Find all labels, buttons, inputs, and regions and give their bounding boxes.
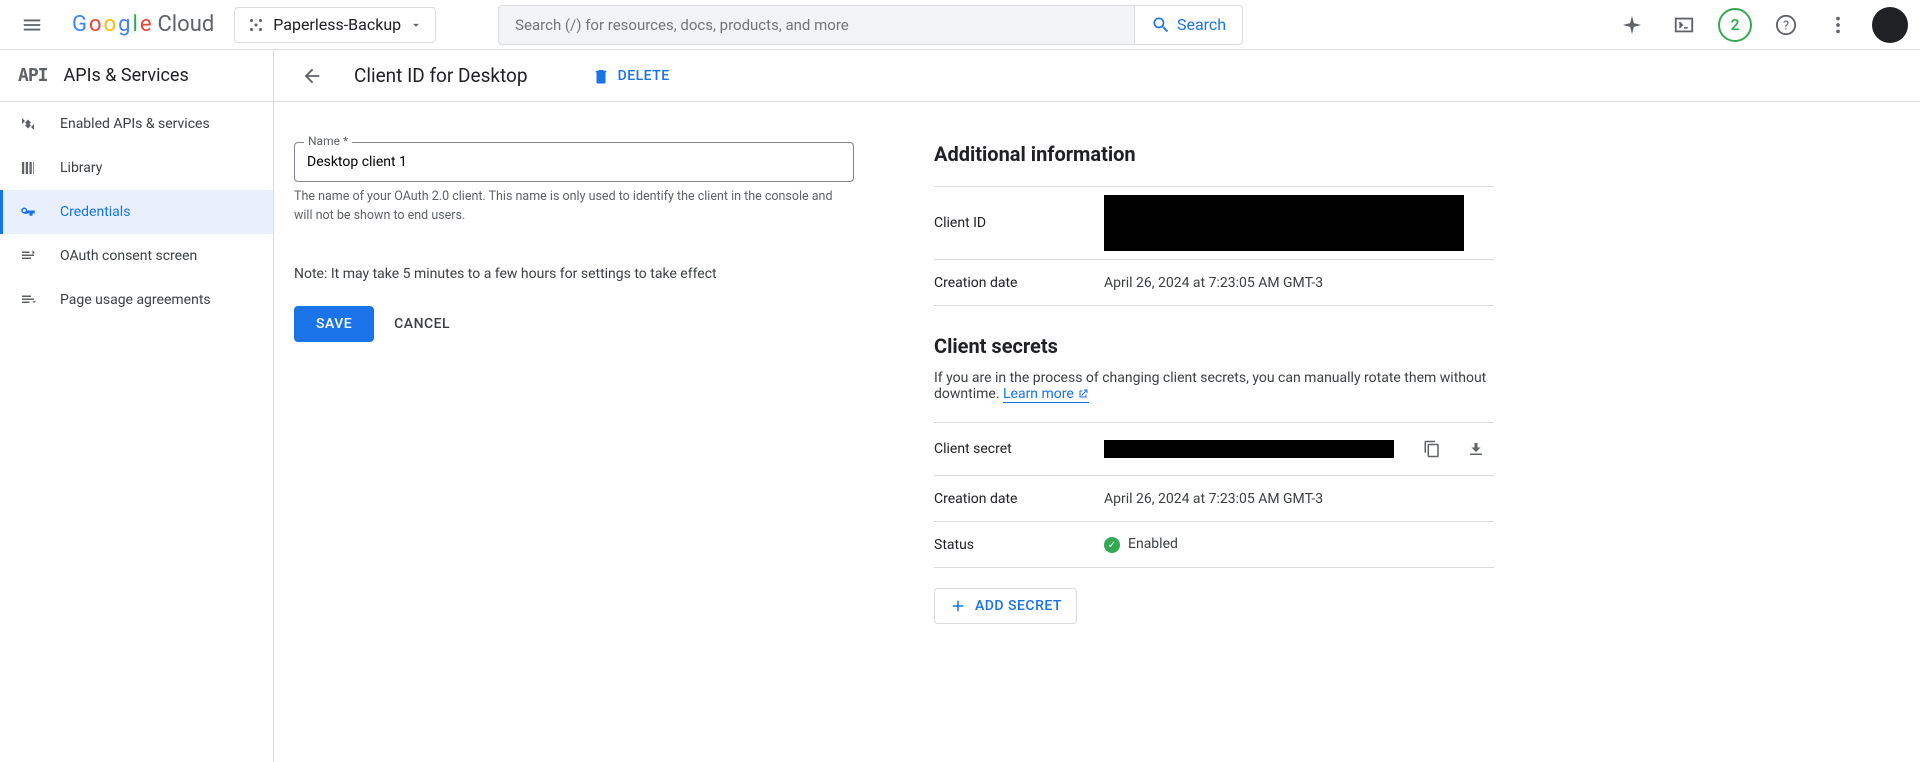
cancel-button[interactable]: CANCEL — [394, 316, 450, 332]
api-badge: API — [18, 65, 48, 86]
sidebar-title: APIs & Services — [64, 65, 189, 86]
status-row: Status ✓Enabled — [934, 522, 1494, 568]
form-column: Name * The name of your OAuth 2.0 client… — [294, 142, 854, 624]
avatar[interactable] — [1872, 7, 1908, 43]
name-field-wrap: Name * — [294, 142, 854, 182]
search-button-label: Search — [1177, 15, 1226, 34]
page-title: Client ID for Desktop — [354, 64, 528, 87]
top-actions: 2 ? — [1614, 7, 1908, 43]
client-id-label: Client ID — [934, 215, 1104, 231]
sidebar-item-label: Enabled APIs & services — [60, 116, 210, 132]
client-id-redacted — [1104, 195, 1464, 251]
search-icon — [1151, 15, 1171, 35]
project-name: Paperless-Backup — [273, 15, 401, 34]
notifications-badge[interactable]: 2 — [1718, 8, 1752, 42]
app-icon — [18, 115, 38, 133]
enabled-icon: ✓ — [1104, 537, 1120, 553]
help-icon[interactable]: ? — [1768, 7, 1804, 43]
name-label: Name * — [304, 134, 352, 148]
key-icon — [18, 203, 38, 221]
topbar: Google Cloud Paperless-Backup Search 2 ? — [0, 0, 1920, 50]
sidebar-item-label: Library — [60, 160, 102, 176]
menu-icon[interactable] — [12, 5, 52, 45]
client-secrets-description: If you are in the process of changing cl… — [934, 370, 1494, 402]
library-icon — [18, 159, 38, 177]
sidebar-item-agreements[interactable]: Page usage agreements — [0, 278, 273, 322]
agreement-icon — [18, 291, 38, 309]
trash-icon — [592, 67, 610, 85]
client-secret-row: Client secret — [934, 422, 1494, 476]
sidebar-item-label: OAuth consent screen — [60, 248, 197, 264]
client-secrets-heading: Client secrets — [934, 334, 1494, 358]
sidebar-item-label: Page usage agreements — [60, 292, 211, 308]
sidebar-item-library[interactable]: Library — [0, 146, 273, 190]
learn-more-link[interactable]: Learn more — [1003, 386, 1089, 403]
svg-text:?: ? — [1783, 18, 1789, 33]
client-secret-label: Client secret — [934, 441, 1104, 457]
creation-date-label: Creation date — [934, 275, 1104, 291]
content-header: Client ID for Desktop DELETE — [274, 50, 1920, 102]
copy-icon[interactable] — [1414, 431, 1450, 467]
creation-date-row: Creation date April 26, 2024 at 7:23:05 … — [934, 260, 1494, 306]
delete-button[interactable]: DELETE — [592, 67, 670, 85]
chevron-down-icon — [409, 18, 423, 32]
status-label: Status — [934, 537, 1104, 553]
cloud-shell-icon[interactable] — [1666, 7, 1702, 43]
client-secret-redacted — [1104, 440, 1394, 458]
search-box: Search — [498, 5, 1243, 45]
info-column: Additional information Client ID Creatio… — [934, 142, 1494, 624]
more-icon[interactable] — [1820, 7, 1856, 43]
sidebar-header: API APIs & Services — [0, 50, 273, 102]
consent-icon — [18, 247, 38, 265]
secret-actions — [1414, 431, 1494, 467]
gemini-icon[interactable] — [1614, 7, 1650, 43]
google-cloud-logo[interactable]: Google Cloud — [72, 12, 214, 37]
external-link-icon — [1077, 388, 1089, 400]
creation-date-value: April 26, 2024 at 7:23:05 AM GMT-3 — [1104, 275, 1323, 291]
project-selector[interactable]: Paperless-Backup — [234, 7, 436, 43]
add-secret-button[interactable]: ADD SECRET — [934, 588, 1077, 624]
plus-icon — [949, 597, 967, 615]
secret-creation-date-row: Creation date April 26, 2024 at 7:23:05 … — [934, 476, 1494, 522]
sidebar-item-credentials[interactable]: Credentials — [0, 190, 273, 234]
back-icon[interactable] — [294, 58, 330, 94]
sidebar-item-enabled-apis[interactable]: Enabled APIs & services — [0, 102, 273, 146]
delete-label: DELETE — [618, 68, 670, 84]
sidebar: API APIs & Services Enabled APIs & servi… — [0, 50, 274, 762]
project-icon — [247, 16, 265, 34]
save-button[interactable]: SAVE — [294, 306, 374, 342]
name-help-text: The name of your OAuth 2.0 client. This … — [294, 188, 854, 226]
secret-creation-date-label: Creation date — [934, 491, 1104, 507]
add-secret-label: ADD SECRET — [975, 598, 1062, 614]
sidebar-item-label: Credentials — [60, 204, 130, 220]
name-input[interactable] — [294, 142, 854, 182]
sidebar-item-oauth[interactable]: OAuth consent screen — [0, 234, 273, 278]
status-value: ✓Enabled — [1104, 536, 1178, 554]
download-icon[interactable] — [1458, 431, 1494, 467]
search-button[interactable]: Search — [1134, 6, 1242, 44]
client-id-row: Client ID — [934, 186, 1494, 260]
note-text: Note: It may take 5 minutes to a few hou… — [294, 266, 854, 282]
content: Client ID for Desktop DELETE Name * The … — [274, 50, 1920, 762]
secret-creation-date-value: April 26, 2024 at 7:23:05 AM GMT-3 — [1104, 491, 1323, 507]
form-actions: SAVE CANCEL — [294, 306, 854, 342]
additional-info-heading: Additional information — [934, 142, 1494, 166]
search-input[interactable] — [499, 16, 1134, 34]
